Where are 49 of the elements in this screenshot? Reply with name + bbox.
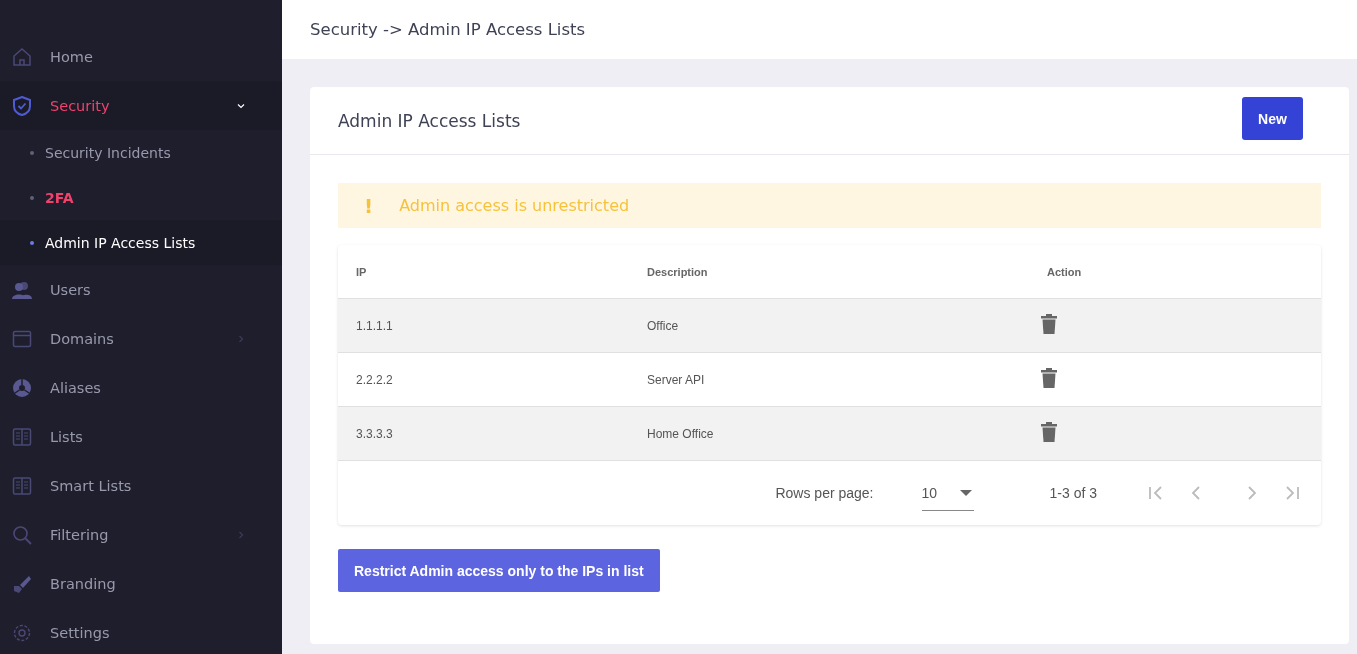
search-icon (12, 524, 32, 545)
sidebar-item[interactable]: Branding (0, 559, 282, 608)
users-icon (12, 279, 32, 300)
alert-message: Admin access is unrestricted (399, 196, 630, 215)
trash-icon[interactable] (1041, 314, 1057, 334)
sidebar-item[interactable]: Filtering (0, 510, 282, 559)
sidebar-item[interactable]: Smart Lists (0, 461, 282, 510)
sidebar-item[interactable]: Users (0, 265, 282, 314)
book-icon (12, 426, 32, 447)
sidebar-subitem[interactable]: 2FA (0, 175, 282, 220)
sidebar-item[interactable]: Lists (0, 412, 282, 461)
table-cell-text: Server API (646, 372, 706, 387)
circle-split-icon (12, 377, 32, 398)
bullet-icon (30, 240, 34, 245)
gear-icon (12, 622, 32, 643)
caret-icon (959, 489, 972, 496)
bullet-icon (30, 195, 34, 200)
bullet-icon (30, 150, 34, 155)
page-range: 1-3 of 3 (1049, 485, 1097, 501)
restrict-access-button[interactable]: Restrict Admin access only to the IPs in list (338, 549, 660, 592)
exclamation-icon: ! (364, 193, 374, 218)
home-icon (12, 46, 32, 67)
chevron-icon (236, 529, 246, 540)
sidebar-item[interactable]: Home (0, 32, 282, 81)
new-button[interactable]: New (1242, 97, 1303, 140)
trash-icon[interactable] (1041, 422, 1057, 442)
browser-window-icon (12, 328, 32, 349)
sidebar-subitem[interactable]: Security Incidents (0, 130, 282, 175)
sidebar-item[interactable]: Domains (0, 314, 282, 363)
table-cell-text: 3.3.3.3 (355, 426, 394, 441)
rows-per-page-label: Rows per page: (775, 485, 874, 501)
sidebar-item[interactable]: Settings (0, 608, 282, 654)
book-icon (12, 475, 32, 496)
table-cell-text: 2.2.2.2 (355, 372, 394, 387)
chevron-icon (236, 333, 246, 344)
column-header: Action (1047, 265, 1083, 278)
trash-icon[interactable] (1041, 368, 1057, 388)
table-cell-text: Home Office (646, 426, 715, 441)
shield-icon (12, 95, 32, 116)
sidebar-item[interactable]: Security (0, 81, 282, 130)
sidebar-subitem[interactable]: Admin IP Access Lists (0, 220, 282, 265)
table-cell-text: Office (646, 318, 680, 333)
column-header: Description (646, 265, 709, 278)
card-title: Admin IP Access Lists (338, 110, 521, 131)
table-cell-text: 1.1.1.1 (355, 318, 394, 333)
breadcrumb: Security -> Admin IP Access Lists (310, 20, 586, 39)
sidebar-item[interactable]: Aliases (0, 363, 282, 412)
column-header: IP (355, 265, 368, 278)
rows-per-page-select[interactable]: 10 (921, 475, 974, 511)
